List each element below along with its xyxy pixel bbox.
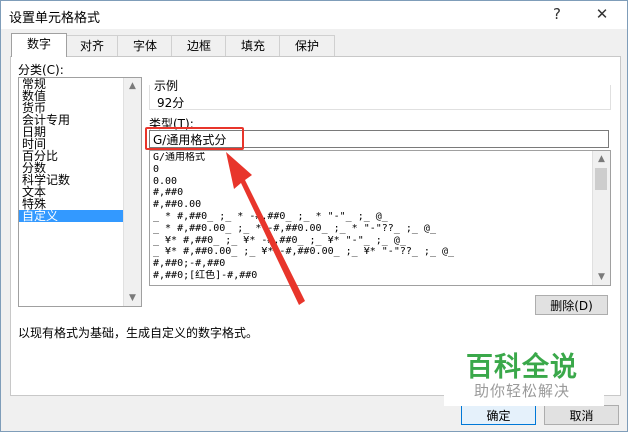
watermark-subtitle: 助你轻松解决 [474,382,571,400]
tab-number[interactable]: 数字 [11,33,67,57]
watermark-title: 百科全说 [466,352,578,383]
